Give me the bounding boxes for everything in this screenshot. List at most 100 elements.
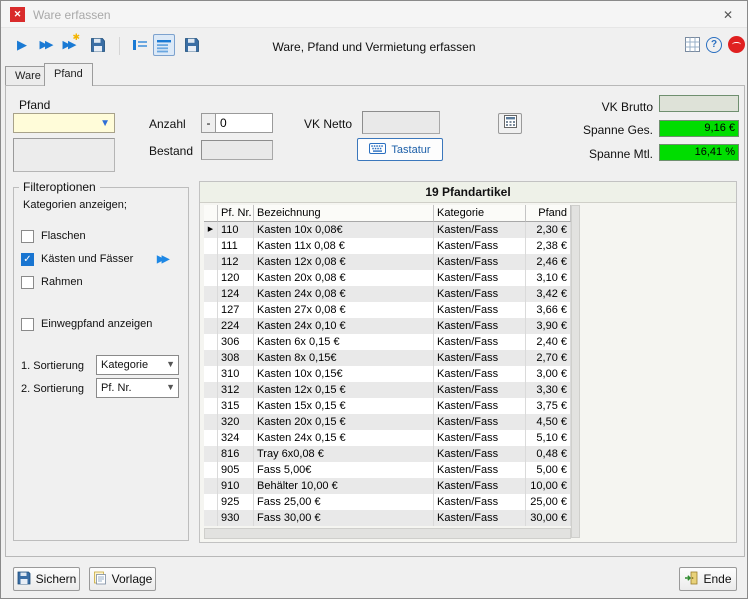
help-button[interactable]: ? <box>703 34 725 56</box>
cell-pfand: 5,00 € <box>526 462 571 478</box>
compact-view-icon <box>132 40 148 57</box>
cell-bezeichnung: Kasten 11x 0,08 € <box>254 238 434 254</box>
table-row[interactable]: 905Fass 5,00€Kasten/Fass5,00 € <box>204 462 571 478</box>
view-list-button[interactable] <box>153 34 175 56</box>
vertical-scrollbar[interactable] <box>571 205 580 538</box>
table-row[interactable]: 127Kasten 27x 0,08 €Kasten/Fass3,66 € <box>204 302 571 318</box>
cell-kategorie: Kasten/Fass <box>434 286 526 302</box>
table-row[interactable]: 320Kasten 20x 0,15 €Kasten/Fass4,50 € <box>204 414 571 430</box>
table-row[interactable]: 324Kasten 24x 0,15 €Kasten/Fass5,10 € <box>204 430 571 446</box>
help-icon: ? <box>706 37 722 53</box>
table-row[interactable]: 308Kasten 8x 0,15€Kasten/Fass2,70 € <box>204 350 571 366</box>
vk-netto-label: VK Netto <box>304 117 352 131</box>
cell-pfand: 3,42 € <box>526 286 571 302</box>
cell-pfnr: 120 <box>218 270 254 286</box>
checkbox-row-kaesten-und-faesser[interactable]: ✓Kästen und Fässer▶▶ <box>21 252 181 275</box>
sichern-button[interactable]: Sichern <box>13 567 80 591</box>
einwegpfand-checkbox[interactable] <box>21 318 34 331</box>
cell-bezeichnung: Kasten 12x 0,08 € <box>254 254 434 270</box>
spanne-mtl-field: 16,41 % <box>659 144 739 161</box>
cell-bezeichnung: Behälter 10,00 € <box>254 478 434 494</box>
chevron-down-icon: ▼ <box>100 118 110 129</box>
exit-door-icon <box>684 571 698 588</box>
table-row[interactable]: 224Kasten 24x 0,10 €Kasten/Fass3,90 € <box>204 318 571 334</box>
cell-pfnr: 127 <box>218 302 254 318</box>
window-title: Ware erfassen <box>33 8 111 22</box>
cell-kategorie: Kasten/Fass <box>434 254 526 270</box>
anzahl-label: Anzahl <box>149 117 186 131</box>
flaschen-label: Flaschen <box>41 230 86 242</box>
checkbox-row-rahmen[interactable]: Rahmen <box>21 275 181 298</box>
close-button[interactable]: ✕ <box>719 6 737 24</box>
calculator-button[interactable] <box>498 113 522 134</box>
spanne-ges-label: Spanne Ges. <box>561 123 653 137</box>
table-row[interactable]: ▶110Kasten 10x 0,08€Kasten/Fass2,30 € <box>204 222 571 238</box>
new-record-button[interactable]: ▶▶ ✱ <box>57 34 79 56</box>
anzahl-input[interactable] <box>215 113 273 133</box>
row-selector <box>204 510 218 526</box>
header-pfand[interactable]: Pfand <box>526 205 571 222</box>
category-forward-icon[interactable]: ▶▶ <box>157 254 166 265</box>
cell-pfnr: 111 <box>218 238 254 254</box>
table-row[interactable]: 925Fass 25,00 €Kasten/Fass25,00 € <box>204 494 571 510</box>
vk-netto-field[interactable] <box>362 111 440 134</box>
ende-button[interactable]: Ende <box>679 567 737 591</box>
cell-pfnr: 310 <box>218 366 254 382</box>
chevron-down-icon: ▼ <box>166 359 175 369</box>
header-bezeichnung[interactable]: Bezeichnung <box>254 205 434 222</box>
table-row[interactable]: 315Kasten 15x 0,15 €Kasten/Fass3,75 € <box>204 398 571 414</box>
row-selector <box>204 478 218 494</box>
table-row[interactable]: 112Kasten 12x 0,08 €Kasten/Fass2,46 € <box>204 254 571 270</box>
kaesten-und-faesser-checkbox[interactable]: ✓ <box>21 253 34 266</box>
table-row[interactable]: 124Kasten 24x 0,08 €Kasten/Fass3,42 € <box>204 286 571 302</box>
header-kategorie[interactable]: Kategorie <box>434 205 526 222</box>
fast-forward-button[interactable]: ▶▶ <box>34 34 56 56</box>
tab-pfand[interactable]: Pfand <box>44 63 93 86</box>
table-row[interactable]: 930Fass 30,00 €Kasten/Fass30,00 € <box>204 510 571 526</box>
grid-tool-button[interactable] <box>681 34 703 56</box>
table-row[interactable]: 910Behälter 10,00 €Kasten/Fass10,00 € <box>204 478 571 494</box>
rahmen-checkbox[interactable] <box>21 276 34 289</box>
table-row[interactable]: 312Kasten 12x 0,15 €Kasten/Fass3,30 € <box>204 382 571 398</box>
chevron-down-icon: ▼ <box>166 382 175 392</box>
cell-pfnr: 124 <box>218 286 254 302</box>
cell-pfand: 3,90 € <box>526 318 571 334</box>
table-row[interactable]: 120Kasten 20x 0,08 €Kasten/Fass3,10 € <box>204 270 571 286</box>
sort2-select[interactable]: Pf. Nr. ▼ <box>96 378 179 398</box>
save-view-button[interactable] <box>181 34 203 56</box>
tastatur-button[interactable]: Tastatur <box>357 138 443 161</box>
cell-pfnr: 905 <box>218 462 254 478</box>
checkbox-row-einwegpfand[interactable]: Einwegpfand anzeigen <box>21 317 181 333</box>
vorlage-button[interactable]: Vorlage <box>89 567 156 591</box>
execute-button[interactable]: ▶ <box>11 34 33 56</box>
cell-pfnr: 315 <box>218 398 254 414</box>
floppy-disk-icon <box>17 571 31 588</box>
cell-bezeichnung: Kasten 10x 0,08€ <box>254 222 434 238</box>
row-selector <box>204 430 218 446</box>
cell-pfand: 10,00 € <box>526 478 571 494</box>
minus-stepper[interactable]: - <box>201 113 216 133</box>
header-pfnr[interactable]: Pf. Nr. <box>218 205 254 222</box>
sort1-select[interactable]: Kategorie ▼ <box>96 355 179 375</box>
view-compact-button[interactable] <box>129 34 151 56</box>
cell-kategorie: Kasten/Fass <box>434 318 526 334</box>
cell-bezeichnung: Fass 30,00 € <box>254 510 434 526</box>
table-row[interactable]: 306Kasten 6x 0,15 €Kasten/Fass2,40 € <box>204 334 571 350</box>
cell-kategorie: Kasten/Fass <box>434 430 526 446</box>
pfand-combobox[interactable]: ▼ <box>13 113 115 133</box>
sichern-button-label: Sichern <box>36 572 77 586</box>
save-toolbar-button[interactable] <box>87 34 109 56</box>
cell-kategorie: Kasten/Fass <box>434 350 526 366</box>
cell-kategorie: Kasten/Fass <box>434 334 526 350</box>
checkbox-row-flaschen[interactable]: Flaschen <box>21 229 181 252</box>
horizontal-scrollbar[interactable] <box>204 528 571 539</box>
spanne-ges-field: 9,16 € <box>659 120 739 137</box>
cell-pfnr: 306 <box>218 334 254 350</box>
cell-pfand: 30,00 € <box>526 510 571 526</box>
table-row[interactable]: 111Kasten 11x 0,08 €Kasten/Fass2,38 € <box>204 238 571 254</box>
table-row[interactable]: 816Tray 6x0,08 €Kasten/Fass0,48 € <box>204 446 571 462</box>
keyboard-icon <box>369 143 386 157</box>
flaschen-checkbox[interactable] <box>21 230 34 243</box>
bestand-field <box>201 140 273 160</box>
table-row[interactable]: 310Kasten 10x 0,15€Kasten/Fass3,00 € <box>204 366 571 382</box>
